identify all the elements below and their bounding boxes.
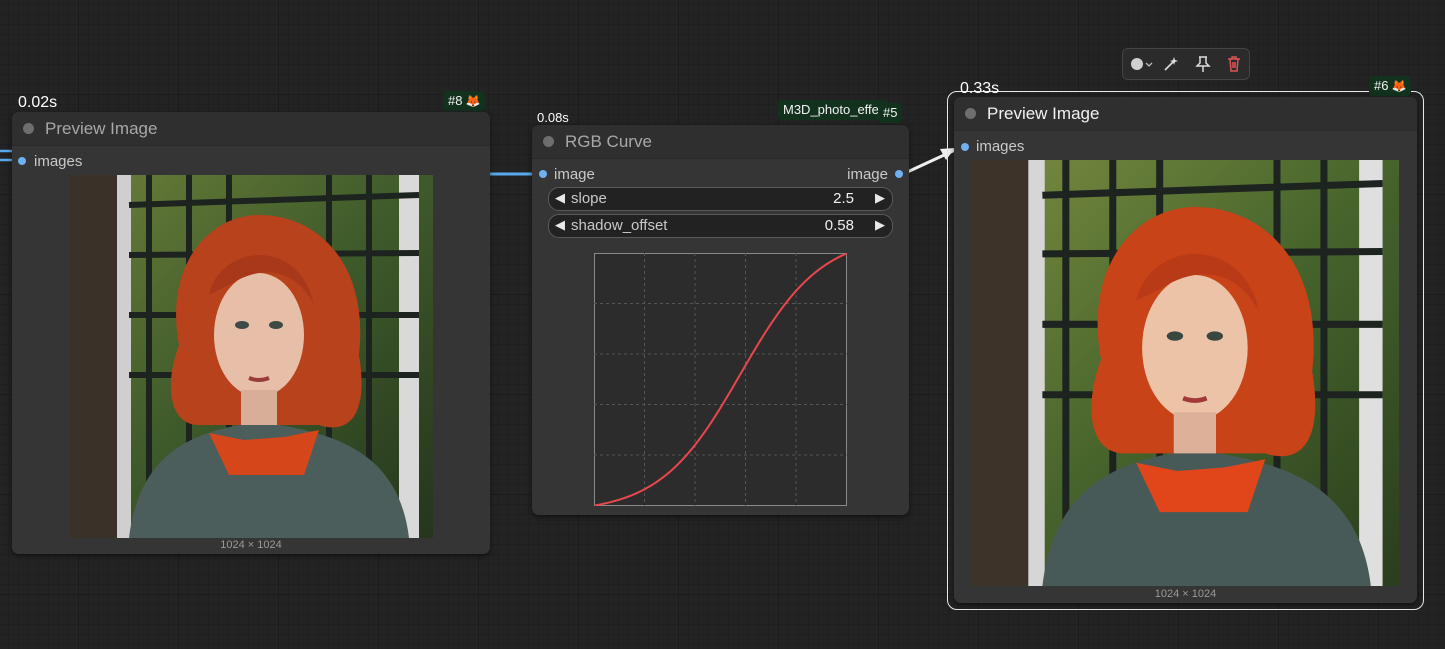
node-timer: 0.02s: [18, 94, 58, 111]
increment-arrow-icon[interactable]: ▶: [875, 217, 885, 233]
output-slot-dot[interactable]: [895, 170, 903, 178]
rgb-curve-node[interactable]: RGB Curve image image ◀ slope 2.5 ▶ ◀ sh…: [532, 125, 909, 515]
node-id-badge[interactable]: #6 🦊: [1369, 76, 1412, 96]
curve-graph[interactable]: [594, 253, 847, 506]
node-id-label: #8: [448, 93, 463, 108]
input-slot-label: images: [34, 153, 83, 170]
widget-label: shadow_offset: [571, 217, 668, 234]
input-slot-dot[interactable]: [18, 157, 26, 165]
preview-image[interactable]: [69, 175, 433, 538]
node-title: Preview Image: [987, 104, 1100, 123]
collapse-dot-icon[interactable]: [965, 108, 976, 119]
input-slot-dot[interactable]: [961, 143, 969, 151]
node-id-badge[interactable]: #8 🦊: [443, 91, 486, 111]
input-slot-label: images: [976, 138, 1025, 155]
node-title-bar[interactable]: RGB Curve: [532, 125, 909, 159]
decrement-arrow-icon[interactable]: ◀: [555, 217, 565, 233]
slope-widget[interactable]: ◀ slope 2.5 ▶: [548, 187, 893, 211]
preview-image-node-selected[interactable]: Preview Image images 1024 × 1024: [954, 97, 1417, 603]
collapse-dot-icon[interactable]: [543, 136, 554, 147]
pin-icon[interactable]: [1193, 55, 1213, 73]
image-size-label: 1024 × 1024: [220, 539, 282, 551]
input-slot-dot[interactable]: [539, 170, 547, 178]
selection-toolbar: [1122, 48, 1250, 80]
collapse-dot-icon[interactable]: [23, 123, 34, 134]
preview-image-node[interactable]: Preview Image images 1024 × 1024: [12, 112, 490, 554]
fox-icon: 🦊: [1391, 79, 1407, 93]
node-title: RGB Curve: [565, 132, 652, 151]
widget-value[interactable]: 0.58: [825, 217, 854, 234]
widget-value[interactable]: 2.5: [833, 190, 854, 207]
output-slot-label: image: [847, 166, 888, 183]
node-timer: 0.08s: [537, 110, 569, 125]
bypass-wand-icon[interactable]: [1161, 55, 1181, 73]
node-title-bar[interactable]: Preview Image: [12, 112, 490, 146]
node-timer: 0.33s: [960, 80, 1000, 97]
group-badge[interactable]: M3D_photo_effe: [778, 100, 888, 120]
input-slot-label: image: [554, 166, 595, 183]
preview-image[interactable]: [972, 160, 1399, 586]
curve-graph-frame: [594, 253, 847, 506]
shadow-offset-widget[interactable]: ◀ shadow_offset 0.58 ▶: [548, 214, 893, 238]
trash-icon[interactable]: [1224, 55, 1244, 73]
decrement-arrow-icon[interactable]: ◀: [555, 190, 565, 206]
node-title-bar[interactable]: Preview Image: [954, 97, 1417, 131]
increment-arrow-icon[interactable]: ▶: [875, 190, 885, 206]
node-title: Preview Image: [45, 119, 158, 138]
node-id-label: #6: [1374, 78, 1389, 93]
image-size-label: 1024 × 1024: [1154, 588, 1217, 600]
color-circle-icon[interactable]: [1129, 55, 1153, 73]
fox-icon: 🦊: [465, 94, 481, 108]
widget-label: slope: [571, 190, 607, 207]
node-id-badge[interactable]: #5: [878, 103, 903, 123]
